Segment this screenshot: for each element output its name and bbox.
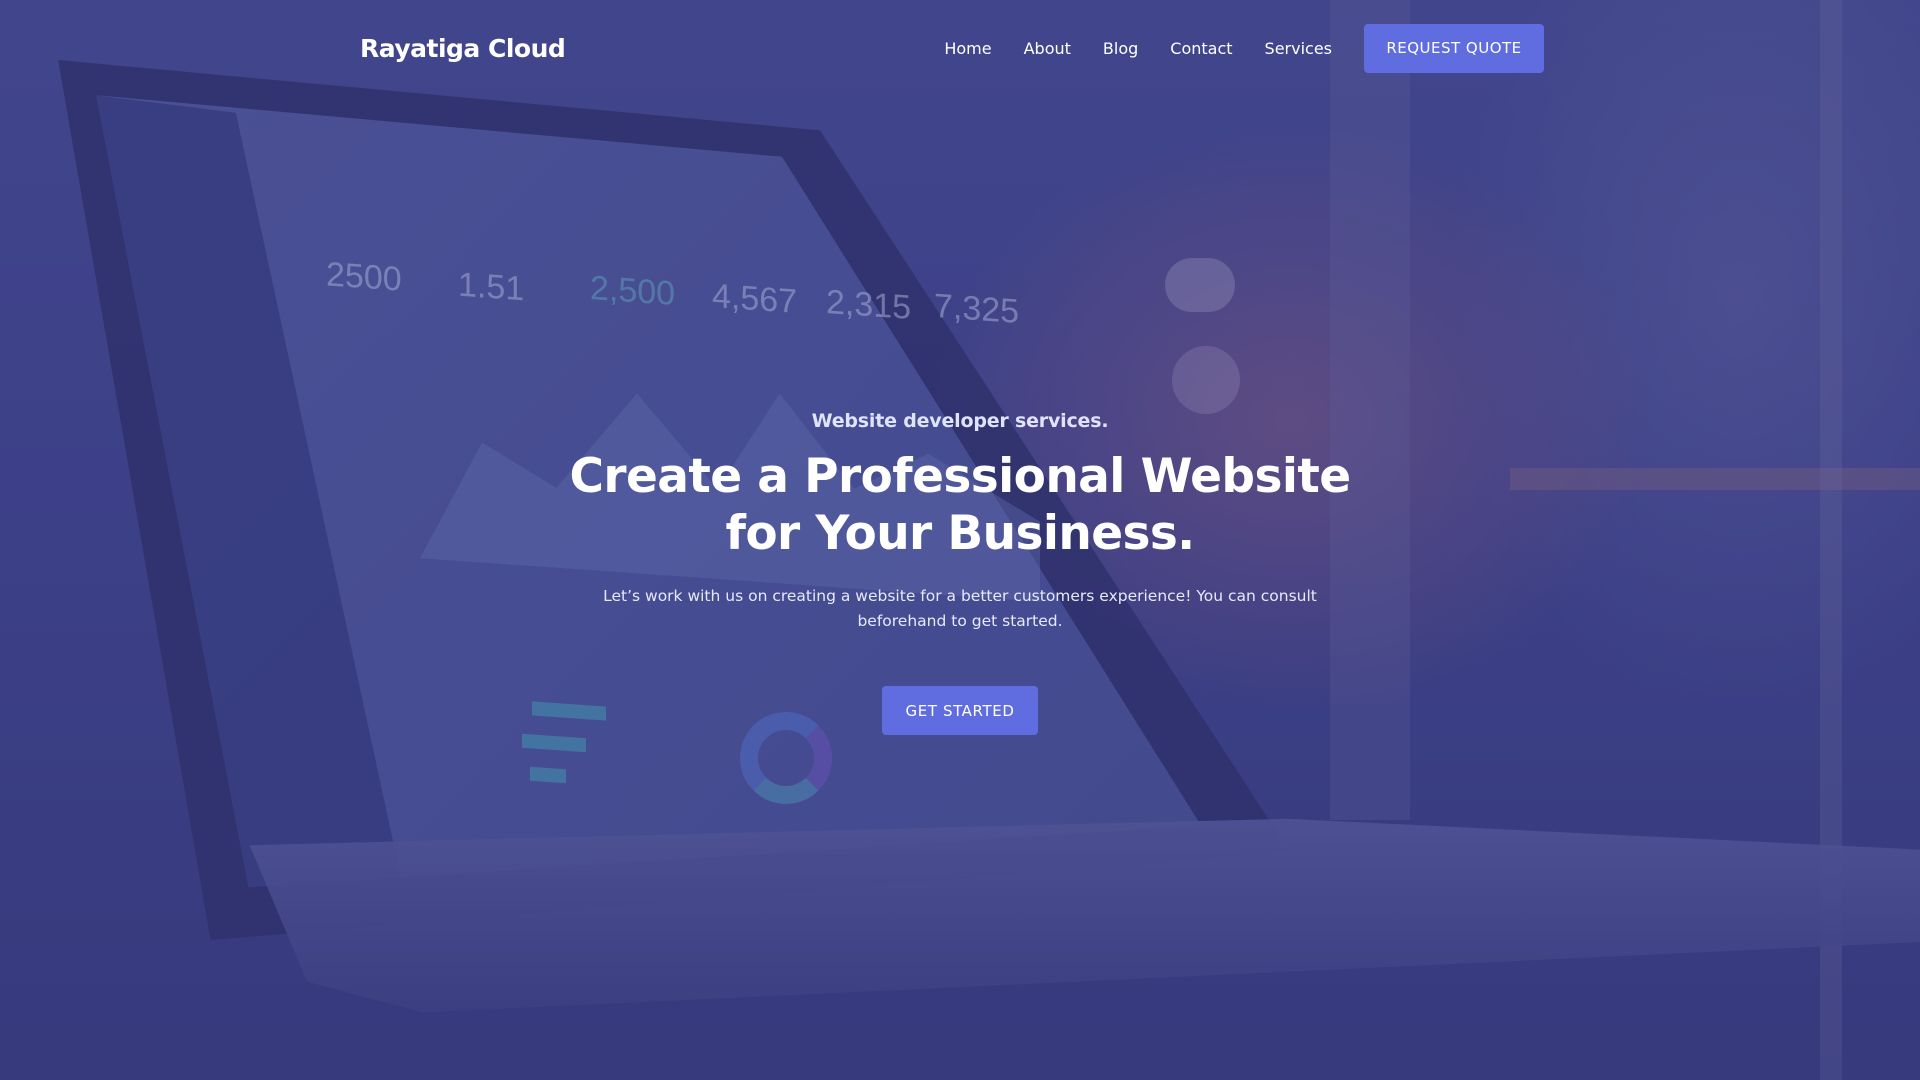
nav-link-blog[interactable]: Blog — [1103, 39, 1138, 58]
navbar: Rayatiga Cloud Home About Blog Contact S… — [360, 23, 1544, 73]
nav-link-home[interactable]: Home — [944, 39, 991, 58]
hero-eyebrow: Website developer services. — [811, 410, 1109, 432]
request-quote-button[interactable]: REQUEST QUOTE — [1364, 23, 1544, 73]
nav-link-contact[interactable]: Contact — [1170, 39, 1232, 58]
get-started-button[interactable]: GET STARTED — [882, 686, 1038, 735]
nav-link-services[interactable]: Services — [1265, 39, 1332, 58]
main-nav: Home About Blog Contact Services REQUEST… — [944, 23, 1544, 73]
nav-link-about[interactable]: About — [1024, 39, 1071, 58]
brand-logo[interactable]: Rayatiga Cloud — [360, 34, 566, 63]
hero-description: Let’s work with us on creating a website… — [603, 587, 1317, 630]
hero-headline: Create a Professional Website for Your B… — [569, 449, 1351, 561]
hero-section: Website developer services. Create a Pro… — [460, 410, 1460, 735]
